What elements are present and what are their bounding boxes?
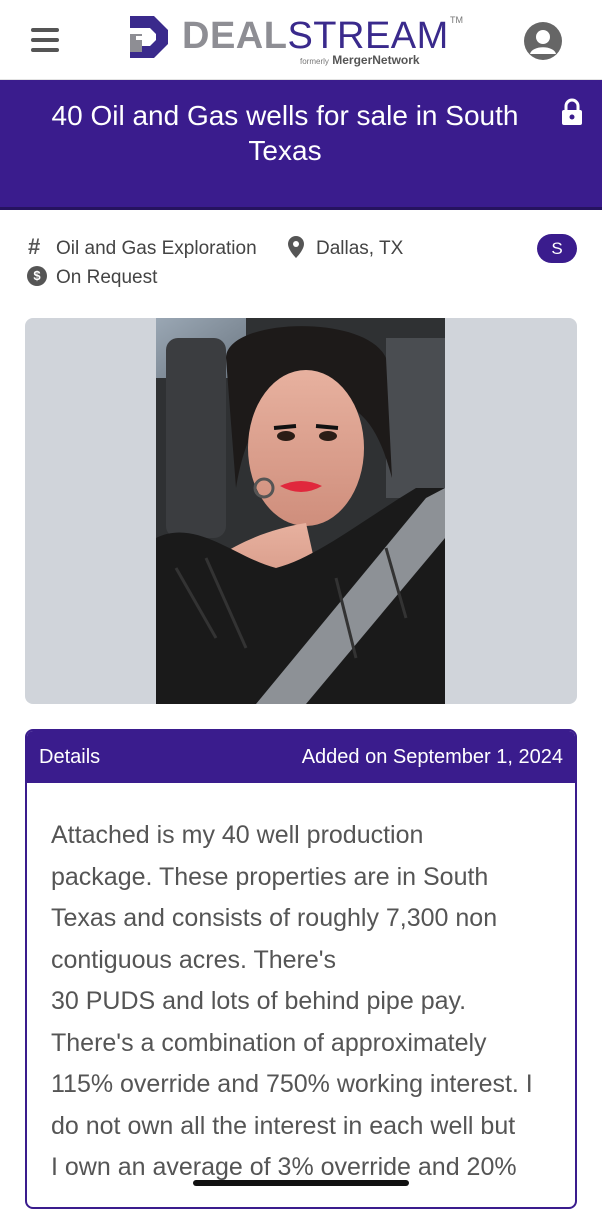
dealstream-logo-mark-icon xyxy=(130,16,168,58)
description-line: There's a combination of approximately xyxy=(51,1028,487,1057)
logo-wordmark: DEALSTREAM xyxy=(182,15,449,57)
hamburger-menu-icon[interactable] xyxy=(31,28,59,52)
details-added-date: Added on September 1, 2024 xyxy=(301,746,563,768)
description-line: do not own all the interest in each well… xyxy=(51,1111,516,1140)
logo-formerly-text: formerly MergerNetwork xyxy=(300,53,420,67)
description-line: Texas and consists of roughly 7,300 non xyxy=(51,904,498,932)
dealstream-logo[interactable]: DEALSTREAM TM formerly MergerNetwork xyxy=(124,10,474,70)
listing-meta: # Oil and Gas Exploration Dallas, TX $ O… xyxy=(0,230,602,300)
description-line: Attached is my 40 well production xyxy=(51,821,424,849)
lock-icon[interactable] xyxy=(560,98,584,126)
description-line: 30 PUDS and lots of behind pipe pay. xyxy=(51,987,467,1015)
description-line: 115% override and 750% working interest.… xyxy=(51,1070,533,1098)
details-header: Details Added on September 1, 2024 xyxy=(27,731,575,783)
details-card: Details Added on September 1, 2024 Attac… xyxy=(25,729,577,1209)
user-account-icon[interactable] xyxy=(524,22,562,60)
seller-badge[interactable]: S xyxy=(537,234,577,263)
top-navigation-bar: DEALSTREAM TM formerly MergerNetwork xyxy=(0,0,602,80)
listing-location: Dallas, TX xyxy=(316,238,404,259)
listing-title: 40 Oil and Gas wells for sale in South T… xyxy=(51,100,519,166)
listing-photo-card xyxy=(25,318,577,704)
dollar-icon: $ xyxy=(27,266,47,286)
home-indicator[interactable] xyxy=(193,1180,409,1186)
location-pin-icon xyxy=(288,236,304,258)
description-line: contiguous acres. There's xyxy=(51,945,337,974)
details-description: Attached is my 40 well production packag… xyxy=(51,815,551,1189)
listing-price: On Request xyxy=(56,267,158,288)
details-label: Details xyxy=(39,746,101,768)
listing-photo[interactable] xyxy=(156,318,445,704)
description-line: package. These properties are in South xyxy=(51,862,489,891)
listing-title-banner: 40 Oil and Gas wells for sale in South T… xyxy=(0,80,602,210)
logo-trademark: TM xyxy=(450,15,463,25)
listing-category[interactable]: Oil and Gas Exploration xyxy=(56,238,257,260)
hashtag-icon: # xyxy=(28,234,41,259)
